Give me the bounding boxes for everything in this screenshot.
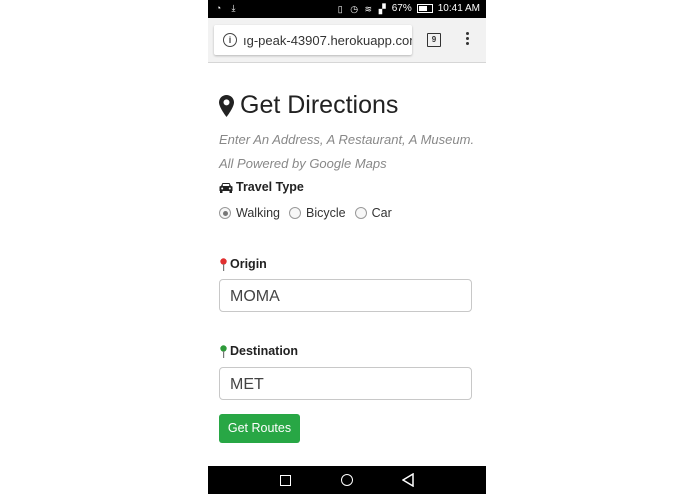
home-icon[interactable] [341,474,353,486]
back-icon[interactable] [402,473,414,487]
destination-label-text: Destination [230,344,299,358]
download-icon: ⤓ [231,3,236,13]
travel-type-options: Walking Bicycle Car [219,206,401,220]
travel-type-label: Travel Type [219,180,304,194]
radio-bicycle-label: Bicycle [306,206,346,220]
radio-car-control[interactable] [354,207,367,219]
url-bar[interactable]: i ıg-peak-43907.herokuapp.com [214,25,412,55]
android-nav-bar [208,466,486,494]
overflow-menu-icon[interactable] [464,32,470,48]
origin-input[interactable]: MOMA [219,279,472,312]
vibrate-icon: ▯ [337,3,343,14]
radio-car-label: Car [371,206,392,220]
red-pushpin-icon [220,257,227,271]
origin-label: Origin [219,257,267,271]
radio-walking[interactable]: Walking [219,206,280,220]
battery-percent: 67% [391,3,412,14]
signal-icon: ▞ [378,3,386,14]
green-pushpin-icon [220,344,227,358]
info-icon[interactable]: i [223,33,237,47]
travel-type-text: Travel Type [236,180,304,194]
browser-toolbar: i ıg-peak-43907.herokuapp.com 9 [208,18,486,63]
map-marker-icon [219,94,234,117]
subtitle-line-2: All Powered by Google Maps [219,156,387,171]
status-bar: ◔ ⤓ ▯ ◷ ≋ ▞ 67% 10:41 AM [208,0,486,18]
radio-walking-label: Walking [236,206,280,220]
page-title: Get Directions [219,91,398,120]
radio-bicycle[interactable]: Bicycle [289,206,346,220]
alarm-clock-icon: ◷ [350,3,359,14]
page-content: Get Directions Enter An Address, A Resta… [208,63,486,466]
alarm-icon: ◔ [215,3,222,13]
radio-walking-control[interactable] [219,207,231,219]
wifi-icon: ≋ [364,3,372,14]
tab-switcher-button[interactable]: 9 [427,33,441,47]
page-title-text: Get Directions [240,91,399,119]
get-routes-button[interactable]: Get Routes [219,414,300,443]
destination-input[interactable]: MET [219,367,472,400]
destination-label: Destination [219,344,298,358]
battery-icon [416,4,433,13]
car-icon [219,182,233,193]
radio-bicycle-control[interactable] [289,207,301,219]
recents-icon[interactable] [280,475,291,486]
radio-car[interactable]: Car [354,206,392,220]
phone-screen: ◔ ⤓ ▯ ◷ ≋ ▞ 67% 10:41 AM i ıg-peak-43907… [208,0,486,494]
origin-label-text: Origin [230,257,267,271]
url-text: ıg-peak-43907.herokuapp.com [243,32,412,48]
subtitle-line-1: Enter An Address, A Restaurant, A Museum… [219,132,475,147]
clock: 10:41 AM [437,3,480,14]
